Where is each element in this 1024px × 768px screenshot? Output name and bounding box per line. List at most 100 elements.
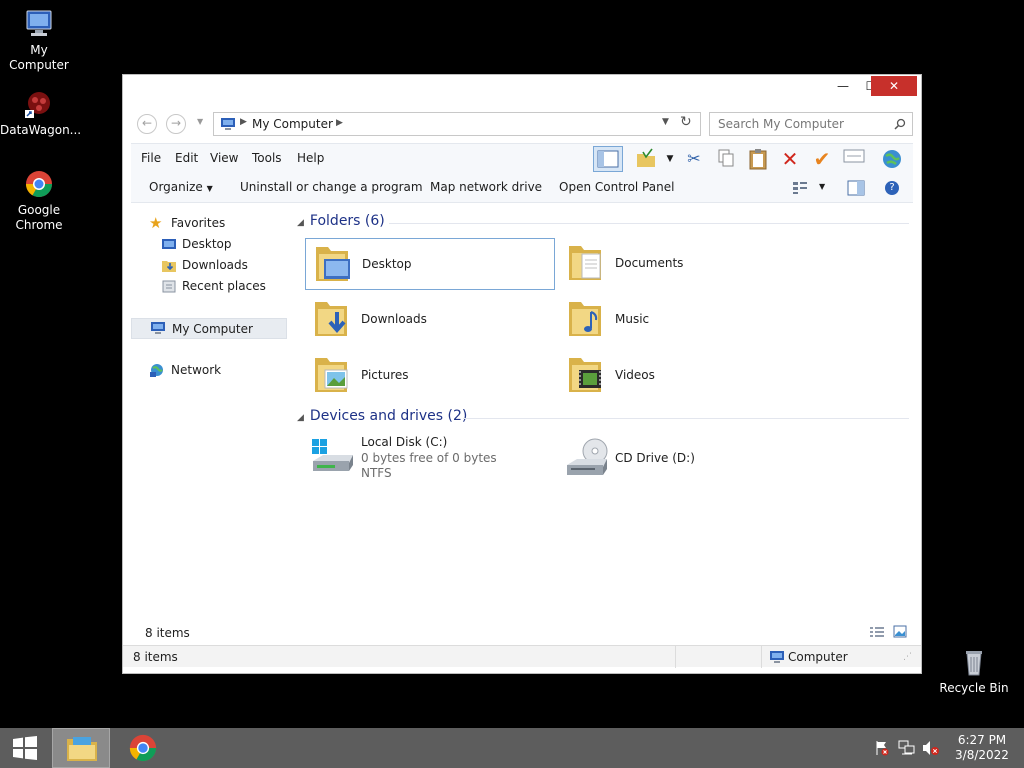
- breadcrumb-separator-icon: ▶: [240, 117, 247, 127]
- drive-local-disk-c[interactable]: Local Disk (C:) 0 bytes free of 0 bytes …: [305, 435, 555, 487]
- folder-label: Pictures: [361, 368, 409, 382]
- folder-desktop[interactable]: Desktop: [305, 238, 555, 290]
- taskbar-file-explorer[interactable]: [52, 728, 110, 768]
- nav-my-computer[interactable]: My Computer: [131, 318, 287, 339]
- help-icon[interactable]: ?: [885, 181, 899, 195]
- music-folder-icon: [569, 302, 601, 336]
- group-title: Devices and drives (2): [309, 408, 468, 424]
- desktop-icon: [162, 239, 176, 249]
- details-view-icon[interactable]: [869, 626, 885, 641]
- search-input[interactable]: Search My Computer: [709, 112, 913, 136]
- uninstall-program-button[interactable]: Uninstall or change a program: [240, 180, 423, 194]
- nav-downloads[interactable]: Downloads: [131, 255, 287, 276]
- desktop-folder-icon: [316, 247, 350, 281]
- search-icon[interactable]: [894, 118, 906, 130]
- drive-free-space: 0 bytes free of 0 bytes: [361, 451, 497, 465]
- menu-bar: File Edit View Tools Help ▼ ✂ ✕ ✔: [131, 143, 913, 173]
- close-button[interactable]: ✕: [871, 76, 917, 96]
- menu-view[interactable]: View: [210, 151, 238, 165]
- navigation-pane: ★ Favorites Desktop Downloads Recent pla…: [131, 203, 289, 613]
- paste-icon[interactable]: [747, 148, 769, 170]
- folder-downloads[interactable]: Downloads: [305, 294, 555, 346]
- change-view-icon[interactable]: [792, 181, 808, 198]
- action-center-flag-icon[interactable]: [874, 740, 890, 759]
- preview-pane-toggle-icon[interactable]: [847, 180, 865, 199]
- folder-music[interactable]: Music: [559, 294, 809, 346]
- nav-label: Downloads: [182, 258, 248, 272]
- menu-edit[interactable]: Edit: [175, 151, 198, 165]
- search-placeholder: Search My Computer: [718, 117, 844, 131]
- delete-icon[interactable]: ✕: [779, 148, 801, 170]
- item-count: 8 items: [145, 626, 190, 640]
- folders-group-header[interactable]: ◢ Folders (6): [297, 213, 385, 229]
- desktop-icon-datawagon[interactable]: DataWagon...: [0, 88, 82, 138]
- desktop-icon-google-chrome[interactable]: Google Chrome: [0, 168, 78, 233]
- nav-label: Favorites: [171, 216, 226, 230]
- breadcrumb-separator-icon: ▶: [336, 118, 343, 128]
- nav-desktop[interactable]: Desktop: [131, 234, 287, 255]
- folder-pictures[interactable]: Pictures: [305, 350, 555, 402]
- large-icons-view-icon[interactable]: [893, 625, 907, 641]
- menu-help[interactable]: Help: [297, 151, 324, 165]
- status-divider: [675, 646, 676, 668]
- start-button[interactable]: [0, 728, 50, 768]
- folder-documents[interactable]: Documents: [559, 238, 809, 290]
- address-row: ← → ▼ ▶ My Computer ▶ ▼ ↻ Search My Comp…: [123, 111, 921, 137]
- collapse-triangle-icon: ◢: [297, 413, 304, 423]
- nav-favorites[interactable]: ★ Favorites: [131, 213, 287, 234]
- taskbar-clock[interactable]: 6:27 PM 3/8/2022: [952, 733, 1012, 763]
- minimize-button[interactable]: —: [829, 76, 857, 96]
- devices-group-header[interactable]: ◢ Devices and drives (2): [297, 408, 467, 424]
- refresh-icon[interactable]: ↻: [680, 114, 692, 130]
- dropdown-arrow-icon[interactable]: ▼: [659, 148, 681, 170]
- menu-tools[interactable]: Tools: [252, 151, 282, 165]
- organize-button[interactable]: Organize ▼: [149, 180, 213, 194]
- recent-places-icon: [162, 280, 176, 293]
- desktop-icon-recycle-bin[interactable]: Recycle Bin: [935, 646, 1013, 696]
- cd-drive-icon: [567, 438, 608, 475]
- cut-icon[interactable]: ✂: [683, 148, 705, 170]
- computer-icon: [221, 118, 235, 130]
- nav-network[interactable]: Network: [131, 360, 287, 381]
- folder-videos[interactable]: Videos: [559, 350, 809, 402]
- chrome-icon: [129, 734, 157, 762]
- taskbar-google-chrome[interactable]: [114, 728, 172, 768]
- folder-label: Music: [615, 312, 650, 326]
- properties-check-icon[interactable]: ✔: [811, 148, 833, 170]
- desktop-icon-label: Google Chrome: [15, 203, 63, 232]
- copy-icon[interactable]: [715, 148, 737, 170]
- view-dropdown-icon[interactable]: ▼: [819, 182, 825, 191]
- nav-label: My Computer: [172, 322, 253, 336]
- back-button[interactable]: ←: [137, 114, 157, 134]
- computer-icon: [23, 8, 55, 40]
- forward-button[interactable]: →: [166, 114, 186, 134]
- recent-pages-chevron-icon[interactable]: ▼: [197, 117, 203, 126]
- local-disk-icon: [312, 439, 353, 471]
- desktop-icon-label: DataWagon...: [0, 123, 82, 137]
- address-dropdown-icon[interactable]: ▼: [662, 117, 669, 127]
- volume-muted-icon[interactable]: [922, 740, 940, 759]
- recycle-bin-icon: [958, 646, 990, 678]
- nav-recent-places[interactable]: Recent places: [131, 276, 287, 297]
- drive-cd-d[interactable]: CD Drive (D:): [559, 435, 809, 487]
- organize-label: Organize: [149, 180, 203, 194]
- globe-icon[interactable]: [881, 148, 903, 170]
- rename-icon[interactable]: [843, 148, 865, 170]
- desktop-icon-label: My Computer: [9, 43, 69, 72]
- drive-name: Local Disk (C:): [361, 435, 448, 449]
- desktop-icon-my-computer[interactable]: My Computer: [0, 8, 78, 73]
- pictures-folder-icon: [315, 358, 348, 392]
- resize-grip-icon[interactable]: ⋰: [903, 652, 912, 662]
- drive-name: CD Drive (D:): [615, 451, 695, 465]
- map-network-drive-button[interactable]: Map network drive: [430, 180, 542, 194]
- drive-filesystem: NTFS: [361, 466, 392, 480]
- preview-pane-icon[interactable]: [593, 146, 623, 172]
- breadcrumb-my-computer[interactable]: My Computer: [252, 117, 333, 131]
- menu-file[interactable]: File: [141, 151, 161, 165]
- folder-check-icon[interactable]: [635, 148, 657, 170]
- network-status-icon[interactable]: [898, 740, 916, 759]
- open-control-panel-button[interactable]: Open Control Panel: [559, 180, 674, 194]
- address-bar[interactable]: ▶ My Computer ▶ ▼ ↻: [213, 112, 701, 136]
- status-bar: 8 items Computer ⋰: [123, 645, 921, 668]
- group-title: Folders (6): [309, 213, 385, 229]
